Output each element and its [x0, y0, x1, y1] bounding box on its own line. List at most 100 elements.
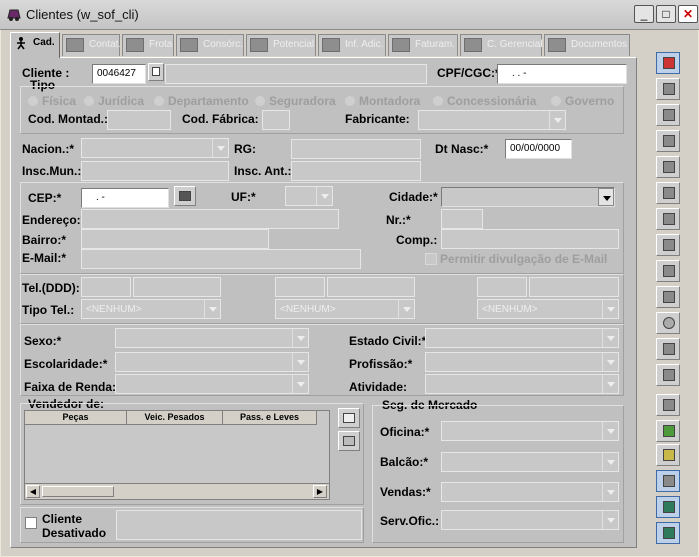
col-pass-leves[interactable]: Pass. e Leves — [223, 411, 317, 425]
escolaridade-select[interactable] — [115, 352, 309, 372]
radio-juridica[interactable] — [84, 96, 94, 106]
exit-button[interactable] — [656, 522, 680, 544]
rg-field[interactable] — [291, 139, 421, 159]
col-pecas[interactable]: Peças — [25, 411, 127, 425]
eraser-button[interactable] — [656, 156, 680, 178]
tel1-ddd-field[interactable] — [81, 277, 131, 297]
sexo-select[interactable] — [115, 328, 309, 348]
radio-concessionaria[interactable] — [433, 96, 443, 106]
maximize-button[interactable]: □ — [656, 5, 676, 23]
chevron-down-icon[interactable] — [292, 353, 308, 371]
cliente-code-field[interactable]: 0046427 — [92, 64, 146, 84]
report-green-button[interactable] — [656, 420, 680, 442]
tab-documentos[interactable]: Documentos — [544, 34, 630, 56]
chevron-down-icon[interactable] — [602, 511, 618, 529]
nr-field[interactable] — [441, 209, 483, 229]
tipo-tel1-select[interactable]: <NENHUM> — [81, 299, 221, 319]
copy-button[interactable] — [656, 338, 680, 360]
close-button[interactable]: ✕ — [678, 5, 698, 23]
cod-montad-field[interactable] — [107, 110, 171, 130]
tipo-tel2-select[interactable]: <NENHUM> — [275, 299, 415, 319]
insc-mun-field[interactable] — [81, 161, 229, 181]
tab-potencial[interactable]: Potencial — [246, 34, 316, 56]
edit-button[interactable] — [656, 104, 680, 126]
bairro-field[interactable] — [81, 229, 269, 249]
estado-civil-select[interactable] — [425, 328, 619, 348]
chevron-down-icon[interactable] — [602, 375, 618, 393]
tab-consorc[interactable]: Consórc. — [176, 34, 244, 56]
chevron-down-icon[interactable] — [598, 188, 614, 206]
tipo-tel3-select[interactable]: <NENHUM> — [477, 299, 619, 319]
chevron-down-icon[interactable] — [316, 187, 332, 205]
desativado-reason-field[interactable] — [116, 510, 362, 540]
tab-frota[interactable]: Frota — [122, 34, 174, 56]
horizontal-scrollbar[interactable]: ◀ ▶ — [25, 483, 329, 499]
money-bag-button[interactable] — [656, 208, 680, 230]
comp-field[interactable] — [441, 229, 619, 249]
chevron-down-icon[interactable] — [204, 300, 220, 318]
tel3-ddd-field[interactable] — [477, 277, 527, 297]
radio-governo[interactable] — [551, 96, 561, 106]
report-yellow-button[interactable] — [656, 444, 680, 466]
search-doc-button[interactable] — [656, 182, 680, 204]
chevron-down-icon[interactable] — [602, 300, 618, 318]
cep-field[interactable]: . - — [81, 188, 169, 208]
scroll-right-icon[interactable]: ▶ — [313, 485, 327, 498]
chevron-down-icon[interactable] — [212, 139, 228, 157]
group-button[interactable] — [656, 394, 680, 416]
printer-button[interactable] — [656, 364, 680, 386]
cod-fabrica-field[interactable] — [262, 110, 290, 130]
minimize-button[interactable]: _ — [634, 5, 654, 23]
tab-contat[interactable]: Contat. — [62, 34, 121, 56]
cpf-field[interactable]: . . - — [497, 64, 627, 84]
email-field[interactable] — [81, 249, 361, 269]
serv-ofic-select[interactable] — [441, 510, 619, 530]
chevron-down-icon[interactable] — [292, 329, 308, 347]
new-record-button[interactable] — [656, 52, 680, 74]
cliente-lookup-button[interactable] — [148, 63, 164, 81]
scroll-thumb[interactable] — [42, 486, 114, 497]
fabricante-select[interactable] — [418, 110, 566, 130]
permitir-email-checkbox[interactable] — [425, 253, 437, 265]
chevron-down-icon[interactable] — [602, 353, 618, 371]
list-button[interactable] — [656, 78, 680, 100]
radio-fisica[interactable] — [28, 96, 38, 106]
uf-select[interactable] — [285, 186, 333, 206]
col-veic-pesados[interactable]: Veic. Pesados — [127, 411, 223, 425]
tab-faturam[interactable]: Faturam. — [388, 34, 458, 56]
tel3-number-field[interactable] — [529, 277, 619, 297]
dt-nasc-field[interactable]: 00/00/0000 — [505, 139, 572, 159]
cidade-select[interactable] — [441, 187, 615, 207]
chevron-down-icon[interactable] — [602, 483, 618, 501]
nacion-select[interactable] — [81, 138, 229, 158]
print-button[interactable] — [656, 130, 680, 152]
radio-departamento[interactable] — [154, 96, 164, 106]
endereco-field[interactable] — [81, 209, 339, 229]
car-button[interactable] — [656, 234, 680, 256]
chevron-down-icon[interactable] — [549, 111, 565, 129]
export-button[interactable] — [656, 496, 680, 518]
cliente-name-field[interactable] — [165, 64, 427, 84]
chevron-down-icon[interactable] — [398, 300, 414, 318]
vendedor-add-button[interactable] — [338, 408, 360, 428]
tab-cad[interactable]: Cad. — [10, 32, 60, 58]
vendedor-remove-button[interactable] — [338, 431, 360, 451]
vendas-select[interactable] — [441, 482, 619, 502]
document-button[interactable] — [656, 260, 680, 282]
chevron-down-icon[interactable] — [602, 329, 618, 347]
tel2-ddd-field[interactable] — [275, 277, 325, 297]
atividade-select[interactable] — [425, 374, 619, 394]
tel1-number-field[interactable] — [133, 277, 221, 297]
oficina-select[interactable] — [441, 421, 619, 441]
stop-button[interactable] — [656, 312, 680, 334]
faixa-renda-select[interactable] — [115, 374, 309, 394]
profissao-select[interactable] — [425, 352, 619, 372]
cep-search-button[interactable] — [174, 186, 196, 206]
vendedor-grid[interactable]: Peças Veic. Pesados Pass. e Leves ◀ ▶ — [24, 410, 330, 500]
cliente-desativado-checkbox[interactable] — [25, 517, 37, 529]
hand-button[interactable] — [656, 286, 680, 308]
radio-seguradora[interactable] — [255, 96, 265, 106]
chevron-down-icon[interactable] — [602, 453, 618, 471]
tab-c-gerencial[interactable]: C. Gerencial — [460, 34, 543, 56]
chevron-down-icon[interactable] — [602, 422, 618, 440]
